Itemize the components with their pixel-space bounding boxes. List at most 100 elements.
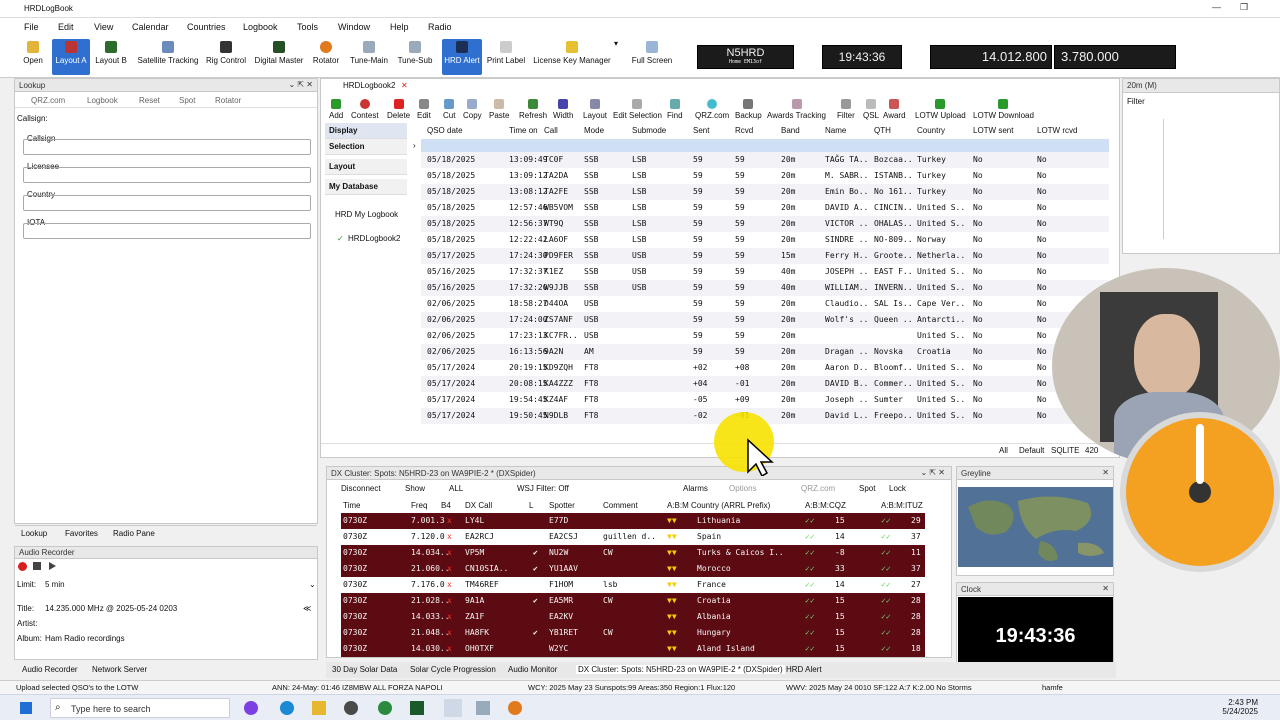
album-field[interactable]: Ham Radio recordings [45,634,125,643]
band-map-filter[interactable]: Filter [1127,97,1145,106]
maximize-icon[interactable]: ❐ [1240,2,1248,13]
hrd-alert-button[interactable]: HRD Alert [442,39,482,75]
tree-hrd-my-logbook[interactable]: HRD My Logbook [335,210,398,219]
awards-tracking-button[interactable]: Awards Tracking [767,99,826,120]
tab-30-day-solar-data[interactable]: 30 Day Solar Data [332,665,397,674]
table-row[interactable]: 05/18/2025 13:08:12 TA2FE SSB LSB 59 59 20m Emin… [421,184,1109,200]
menu-help[interactable]: Help [390,22,409,32]
table-row[interactable]: 05/17/2024 20:19:15 KD9ZQH FT8 +02 +08 20m Aaro… [421,360,1109,376]
cluster-row[interactable]: 0730Z 21.060.. x CN10SIA.. ✔ YU1AAV Morocco 33 3… [341,561,925,577]
refresh-button[interactable]: Refresh [519,99,547,120]
menu-radio[interactable]: Radio [428,22,452,32]
qrz-button[interactable]: QRZ.com [31,96,65,105]
tab-hrdlogbook2[interactable]: HRDLogbook2 [343,81,395,90]
tab-lookup[interactable]: Lookup [21,529,47,538]
close-icon[interactable]: ✕ [1102,584,1109,593]
chevron-right-icon[interactable]: › [413,141,416,150]
column-header[interactable]: QTH [874,126,891,135]
copy-button[interactable]: Copy [463,99,482,120]
record-icon[interactable] [18,562,27,571]
layout-a-button[interactable]: Layout A [52,39,90,75]
cut-button[interactable]: Cut [443,99,455,120]
table-row[interactable]: 05/18/2025 12:57:46 WB5VOM SSB LSB 59 59 20m DAV… [421,200,1109,216]
column-header[interactable]: QSO date [427,126,463,135]
taskbar-clock[interactable]: 2:43 PM 5/24/2025 [1218,698,1258,716]
collapse-icon[interactable]: ≪ [303,604,311,613]
selected-row[interactable] [421,139,1109,152]
iota-field[interactable] [23,223,311,239]
tab-favorites[interactable]: Favorites [65,529,98,538]
menu-tools[interactable]: Tools [297,22,318,32]
qrz-cluster-button[interactable]: QRZ.com [801,484,835,493]
chrome-icon[interactable] [378,701,392,715]
app-icon[interactable] [410,701,424,715]
qsl-button[interactable]: QSL [863,99,879,120]
column-header[interactable]: Submode [632,126,666,135]
table-row[interactable]: 05/17/2025 17:24:30 PD9FER SSB USB 59 59 15m Fer… [421,248,1109,264]
wsj-filter-button[interactable]: WSJ Filter: Off [517,484,569,493]
table-row[interactable]: 05/18/2025 12:56:37 WT9Q SSB LSB 59 59 20m VICTO… [421,216,1109,232]
cluster-row[interactable]: 0730Z 7.120.0 x EA2RCJ EA2CSJ guillen d.. Spai… [341,529,925,545]
edge-icon[interactable] [280,701,294,715]
layout-b-button[interactable]: Layout B [92,39,130,75]
logbook-lookup-button[interactable]: Logbook [87,96,118,105]
menu-file[interactable]: File [24,22,39,32]
nav-layout[interactable]: Layout [325,159,407,175]
column-header[interactable]: DX Call [465,501,492,510]
delete-button[interactable]: Delete [387,99,410,120]
print-label-button[interactable]: Print Label [486,39,526,75]
callsign-field[interactable] [23,139,311,155]
cluster-row[interactable]: 0730Z 21.048.. x HA8FK ✔ YB1RET CW Hungary 15 28 ▼… [341,625,925,641]
open-button[interactable]: Open [20,39,46,75]
toolbar-overflow-icon[interactable]: ▾ [612,39,620,75]
disconnect-button[interactable]: Disconnect [341,484,381,493]
layout-button[interactable]: Layout [583,99,607,120]
paste-button[interactable]: Paste [489,99,509,120]
menu-countries[interactable]: Countries [187,22,226,32]
app-icon[interactable] [244,701,258,715]
file-explorer-icon[interactable] [312,701,326,715]
table-row[interactable]: 05/18/2025 13:09:49 TC0F SSB LSB 59 59 20m TAĞG … [421,152,1109,168]
menu-logbook[interactable]: Logbook [243,22,278,32]
close-icon[interactable]: ⌄ ⇱ ✕ [288,80,313,89]
table-row[interactable]: 05/16/2025 17:32:20 W9JJB SSB USB 59 59 40m WILL… [421,280,1109,296]
cluster-row[interactable]: 0730Z 21.028.. x 9A1A ✔ EA5MR CW Croatia 15 28 ▼▼ ✓… [341,593,925,609]
tree-hrdlogbook2[interactable]: HRDLogbook2 [348,234,400,243]
award-button[interactable]: Award [883,99,906,120]
tab-audio-monitor[interactable]: Audio Monitor [508,665,557,674]
reset-button[interactable]: Reset [139,96,160,105]
cluster-row[interactable]: 0730Z 14.034.. x VP5M ✔ NU2W CW Turks & Caicos … [341,545,925,561]
table-row[interactable]: 05/16/2025 17:32:37 K1EZ SSB USB 59 59 40m JOSEP… [421,264,1109,280]
app-icon[interactable] [476,701,490,715]
width-button[interactable]: Width [553,99,573,120]
table-row[interactable]: 05/18/2025 12:22:42 LA6OF SSB LSB 59 59 20m SIND… [421,232,1109,248]
qrz-logbook-button[interactable]: QRZ.com [695,99,729,120]
rotator-taskbar-icon[interactable] [508,701,522,715]
cluster-row[interactable]: 0730Z 14.033.. x ZA1F EA2KV Albania 15 28 ▼▼ ✓✓ ✓✓ [341,609,925,625]
lotw-download-button[interactable]: LOTW Download [973,99,1034,120]
spot-cluster-button[interactable]: Spot [859,484,875,493]
edit-selection-button[interactable]: Edit Selection [613,99,662,120]
add-button[interactable]: Add [329,99,343,120]
taskbar-search[interactable]: ⌕ Type here to search [50,698,230,718]
stop-icon[interactable] [33,562,41,570]
column-header[interactable]: A:B:M:CQZ [805,501,846,510]
column-header[interactable]: Spotter [549,501,575,510]
table-row[interactable]: 02/06/2025 18:58:27 D44OA USB 59 59 20m Claudio… [421,296,1109,312]
table-row[interactable]: 05/17/2024 19:54:45 KZ4AF FT8 -05 +09 20m Josep… [421,392,1109,408]
menu-calendar[interactable]: Calendar [132,22,169,32]
status-all[interactable]: All [999,446,1008,455]
app-icon[interactable] [344,701,358,715]
menu-edit[interactable]: Edit [58,22,74,32]
nav-my-database[interactable]: My Database [325,179,407,195]
windows-start-icon[interactable] [20,702,32,714]
tab-audio-recorder[interactable]: Audio Recorder [22,665,78,674]
rotator-button[interactable]: Rotator [310,39,342,75]
contest-button[interactable]: Contest [351,99,379,120]
tab-solar-cycle-progression[interactable]: Solar Cycle Progression [410,665,496,674]
column-header[interactable]: Sent [693,126,709,135]
cluster-row[interactable]: 0730Z 7.176.0 x TM46REF F1HOM lsb France 14 27 ▼▼… [341,577,925,593]
tune-main-button[interactable]: Tune-Main [348,39,390,75]
column-header[interactable]: Call [544,126,558,135]
column-header[interactable]: Name [825,126,846,135]
